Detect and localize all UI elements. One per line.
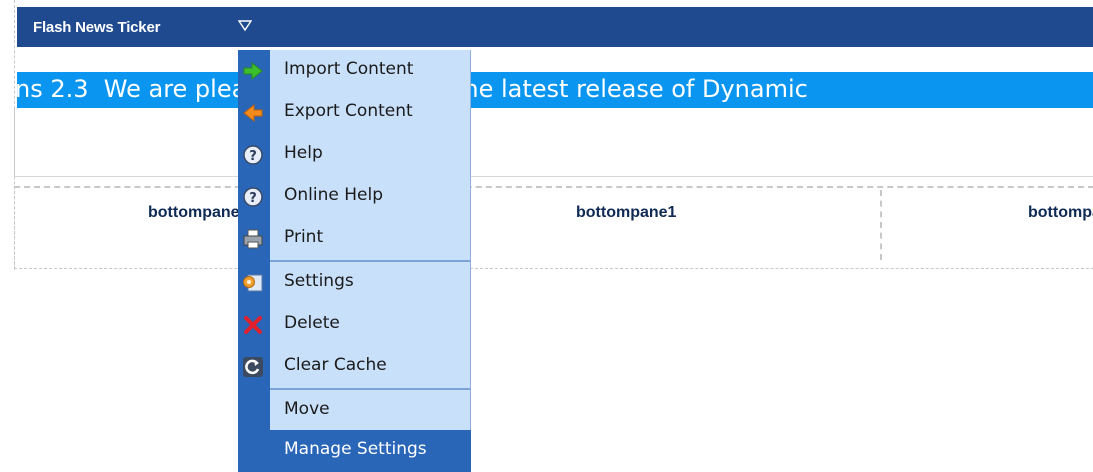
module-title[interactable]: Flash News Ticker [33,19,160,36]
ticker-area [14,108,1093,177]
menu-item-label: Clear Cache [284,355,387,375]
menu-item-label: Delete [284,313,340,333]
menu-item-label: Export Content [284,101,413,121]
bottom-pane-label: bottompane1 [576,204,677,221]
help-icon: ? [243,187,263,207]
menu-item-online-help[interactable]: ? Online Help [238,176,471,218]
menu-item-export-content[interactable]: Export Content [238,92,471,134]
settings-icon [243,274,263,292]
menu-item-label: Manage Settings [284,439,427,459]
menu-item-delete[interactable]: Delete [238,304,471,346]
menu-item-label: Settings [284,271,354,291]
module-header: Flash News Ticker [17,7,1093,47]
menu-item-import-content[interactable]: Import Content [238,50,471,92]
menu-item-label: Online Help [284,185,383,205]
menu-item-label: Help [284,143,323,163]
menu-item-label: Move [284,399,330,419]
menu-item-clear-cache[interactable]: Clear Cache [238,346,471,388]
svg-text:?: ? [249,191,257,206]
menu-item-print[interactable]: Print [238,218,471,260]
menu-item-manage-settings[interactable]: Manage Settings [238,430,471,472]
chevron-down-icon[interactable] [238,19,252,33]
bottom-pane-row: bottompane1 bottompane1 bottompane1 [14,186,1093,269]
bottom-pane-label: bottompane1 [148,204,249,221]
delete-icon [244,316,262,334]
menu-item-settings[interactable]: Settings [238,262,471,304]
menu-item-label: Import Content [284,59,414,79]
arrow-right-icon [243,61,263,81]
refresh-icon [243,357,263,377]
menu-item-label: Print [284,227,324,247]
printer-icon [243,229,263,249]
help-icon: ? [243,145,263,165]
pane-divider [880,190,882,260]
menu-item-help[interactable]: ? Help [238,134,471,176]
arrow-left-icon [243,103,263,123]
bottom-pane-label: bottompane1 [1028,204,1093,221]
svg-text:?: ? [249,149,257,164]
menu-item-move[interactable]: Move [238,390,471,432]
news-ticker: ns 2.3 We are pleased to announce the la… [17,72,1093,108]
